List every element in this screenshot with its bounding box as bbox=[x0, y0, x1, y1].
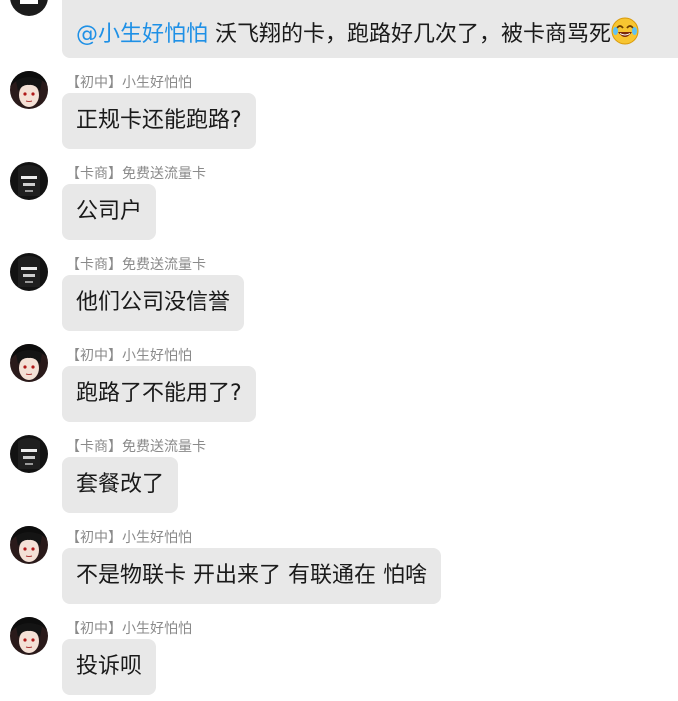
sender-name: 【初中】小生好怕怕 bbox=[66, 348, 192, 364]
chat-view: @小生好怕怕 沃飞翔的卡，跑路好几次了，被卡商骂死 【初中】小生好怕怕 正规卡还… bbox=[0, 0, 678, 701]
message-text: @小生好怕怕 沃飞翔的卡，跑路好几次了，被卡商骂死 bbox=[76, 17, 639, 54]
message-body: 沃飞翔的卡，跑路好几次了，被卡商骂死 bbox=[215, 22, 612, 47]
avatar[interactable] bbox=[10, 253, 48, 291]
message-bubble[interactable]: 他们公司没信誉 bbox=[62, 275, 245, 331]
avatar[interactable] bbox=[10, 526, 48, 564]
message-bubble[interactable]: 投诉呗 bbox=[62, 639, 157, 695]
mention-link[interactable]: @小生好怕怕 bbox=[76, 22, 208, 47]
sender-name: 【初中】小生好怕怕 bbox=[66, 621, 192, 637]
message-bubble[interactable]: 公司户 bbox=[62, 184, 157, 240]
avatar[interactable] bbox=[10, 71, 48, 109]
laughing-crying-emoji-icon bbox=[611, 17, 639, 54]
message-bubble[interactable]: 跑路了不能用了? bbox=[62, 366, 256, 422]
avatar[interactable] bbox=[10, 162, 48, 200]
sender-name: 【卡商】免费送流量卡 bbox=[66, 257, 206, 273]
avatar[interactable] bbox=[10, 0, 48, 16]
avatar[interactable] bbox=[10, 435, 48, 473]
message-bubble[interactable]: 正规卡还能跑路? bbox=[62, 93, 256, 149]
sender-name: 【卡商】免费送流量卡 bbox=[66, 439, 206, 455]
avatar[interactable] bbox=[10, 344, 48, 382]
message-bubble[interactable]: 套餐改了 bbox=[62, 457, 179, 513]
avatar[interactable] bbox=[10, 617, 48, 655]
sender-name: 【卡商】免费送流量卡 bbox=[66, 166, 206, 182]
sender-name: 【初中】小生好怕怕 bbox=[66, 530, 192, 546]
sender-name: 【初中】小生好怕怕 bbox=[66, 75, 192, 91]
message-bubble[interactable]: 不是物联卡 开出来了 有联通在 怕啥 bbox=[62, 548, 441, 604]
